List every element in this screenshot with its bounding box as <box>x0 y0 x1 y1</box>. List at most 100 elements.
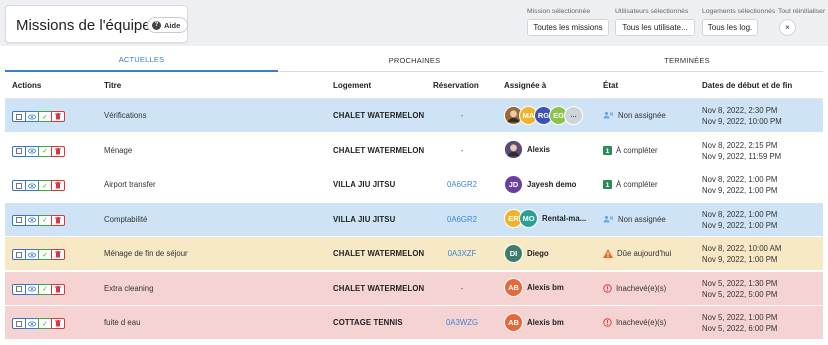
avatar[interactable]: AB <box>504 278 523 297</box>
start-date: Nov 8, 2022, 2:30 PM <box>702 106 778 115</box>
view-button[interactable] <box>25 145 39 157</box>
row-title: Comptabilité <box>104 214 148 224</box>
select-checkbox[interactable] <box>12 145 26 157</box>
row-property: CHALET WATERMELON <box>333 111 425 120</box>
table-row[interactable]: ✓ Ménage de fin de séjour CHALET WATERMELO… <box>5 237 823 271</box>
view-button[interactable] <box>25 318 39 329</box>
overdue-icon <box>603 283 612 293</box>
delete-button[interactable] <box>51 249 65 260</box>
row-actions: ✓ <box>12 145 65 157</box>
assignee-name: Alexis <box>527 145 550 154</box>
date-range: Nov 8, 2022, 1:00 PM Nov 9, 2022, 1:00 PM <box>702 174 777 196</box>
status-text: Non assignée <box>618 214 666 224</box>
status-text: À compléter <box>616 145 658 155</box>
complete-button[interactable]: ✓ <box>38 111 52 122</box>
row-reservation: - <box>460 145 464 155</box>
properties-filter-select[interactable]: Tous les log. <box>702 19 758 36</box>
table-row[interactable]: ✓ Airport transfer VILLA JIU JITSU 0A6GR2 JD… <box>5 168 823 202</box>
row-reservation[interactable]: 0A6GR2 <box>438 180 486 189</box>
view-button[interactable] <box>25 111 39 122</box>
complete-button[interactable]: ✓ <box>38 318 52 329</box>
row-assignees: AB Alexis bm <box>504 312 564 332</box>
column-header-dates: Dates de début et de fin <box>702 81 793 90</box>
row-reservation[interactable]: 0A3WZG <box>438 318 486 327</box>
row-reservation[interactable]: 0A3XZF <box>438 249 486 258</box>
status-text: Dûe aujourd'hui <box>617 249 672 258</box>
table-row[interactable]: ✓ Comptabilité VILLA JIU JITSU 0A6GR2 ER MO Re… <box>5 202 823 237</box>
view-button[interactable] <box>25 249 39 260</box>
row-title: fuite d eau <box>104 318 141 327</box>
page-title: Missions de l'équipe <box>16 17 151 34</box>
date-range: Nov 8, 2022, 1:00 PM Nov 9, 2022, 1:00 PM <box>702 209 777 231</box>
start-date: Nov 8, 2022, 1:00 PM <box>702 175 778 184</box>
select-checkbox[interactable] <box>12 249 26 260</box>
complete-button[interactable]: ✓ <box>38 249 52 260</box>
end-date: Nov 9, 2022, 10:00 PM <box>702 117 782 126</box>
status: 1 À compléter <box>603 180 658 189</box>
title-card: Missions de l'équipe ? Aide <box>5 5 189 43</box>
row-title: Ménage de fin de séjour <box>104 249 188 258</box>
assignee-name: Alexis bm <box>527 283 564 292</box>
row-actions: ✓ <box>12 249 65 260</box>
delete-button[interactable] <box>51 111 65 122</box>
view-button[interactable] <box>25 214 39 226</box>
tab-prochaines[interactable]: PROCHAINES <box>278 48 551 72</box>
more-assignees-badge[interactable]: ... <box>564 105 583 125</box>
row-reservation[interactable]: 0A6GR2 <box>438 215 486 224</box>
row-actions: ✓ <box>12 180 65 191</box>
table-row[interactable]: ✓ Vérifications CHALET WATERMELON - MA RG EG..… <box>5 99 823 133</box>
complete-button[interactable]: ✓ <box>38 180 52 191</box>
overdue-icon <box>603 318 612 327</box>
reset-label: Tout réinitialiser <box>778 8 826 15</box>
end-date: Nov 9, 2022, 11:59 PM <box>702 151 782 161</box>
delete-button[interactable] <box>51 318 65 329</box>
view-button[interactable] <box>25 283 39 295</box>
unassigned-icon <box>603 215 614 224</box>
tab-terminees[interactable]: TERMINÉES <box>551 48 823 72</box>
avatar[interactable]: MO <box>519 209 538 228</box>
table-row[interactable]: ✓ Ménage CHALET WATERMELON - Alexis 1 À complé… <box>5 133 823 168</box>
select-checkbox[interactable] <box>12 111 26 122</box>
row-property: CHALET WATERMELON <box>333 249 425 258</box>
avatar[interactable]: JD <box>504 174 523 194</box>
reset-button[interactable]: × <box>779 19 796 36</box>
delete-button[interactable] <box>51 214 65 226</box>
row-actions: ✓ <box>12 111 65 122</box>
todo-icon: 1 <box>603 180 612 189</box>
status: Dûe aujourd'hui <box>603 249 671 258</box>
help-icon: ? <box>152 20 161 30</box>
complete-button[interactable]: ✓ <box>38 145 52 157</box>
status: 1 À compléter <box>603 145 658 155</box>
mission-filter-select[interactable]: Toutes les missions <box>527 19 609 36</box>
table-row[interactable]: ✓ Extra cleaning CHALET WATERMELON - AB Alexi… <box>5 271 823 306</box>
start-date: Nov 8, 2022, 1:00 PM <box>702 209 778 219</box>
table-row[interactable]: ✓ fuite d eau COTTAGE TENNIS 0A3WZG AB Alexis… <box>5 306 823 340</box>
svg-text:1: 1 <box>605 182 609 189</box>
delete-button[interactable] <box>51 145 65 157</box>
avatar[interactable]: DI <box>504 243 523 263</box>
status-text: Inachevé(e)(s) <box>616 318 667 327</box>
tab-actuelles[interactable]: ACTUELLES <box>5 48 278 72</box>
select-checkbox[interactable] <box>12 283 26 295</box>
end-date: Nov 9, 2022, 1:00 PM <box>702 186 778 195</box>
delete-button[interactable] <box>51 283 65 295</box>
avatar[interactable] <box>504 140 523 159</box>
column-header-assignee: Assignée à <box>504 81 547 90</box>
select-checkbox[interactable] <box>12 180 26 191</box>
help-button[interactable]: ? Aide <box>147 17 189 33</box>
properties-filter-label: Logements sélectionnés <box>702 8 776 15</box>
row-actions: ✓ <box>12 214 65 226</box>
top-bar: Missions de l'équipe ? Aide Mission séle… <box>0 0 828 46</box>
select-checkbox[interactable] <box>12 318 26 329</box>
complete-button[interactable]: ✓ <box>38 283 52 295</box>
delete-button[interactable] <box>51 180 65 191</box>
mission-tabs: ACTUELLES PROCHAINES TERMINÉES <box>5 48 823 72</box>
users-filter-select[interactable]: Tous les utilisate... <box>615 19 695 36</box>
column-header-actions: Actions <box>12 81 42 90</box>
assignee-name: Diego <box>527 248 549 258</box>
complete-button[interactable]: ✓ <box>38 214 52 226</box>
avatar[interactable]: AB <box>504 312 523 332</box>
status-text: À compléter <box>616 180 658 189</box>
select-checkbox[interactable] <box>12 214 26 226</box>
view-button[interactable] <box>25 180 39 191</box>
